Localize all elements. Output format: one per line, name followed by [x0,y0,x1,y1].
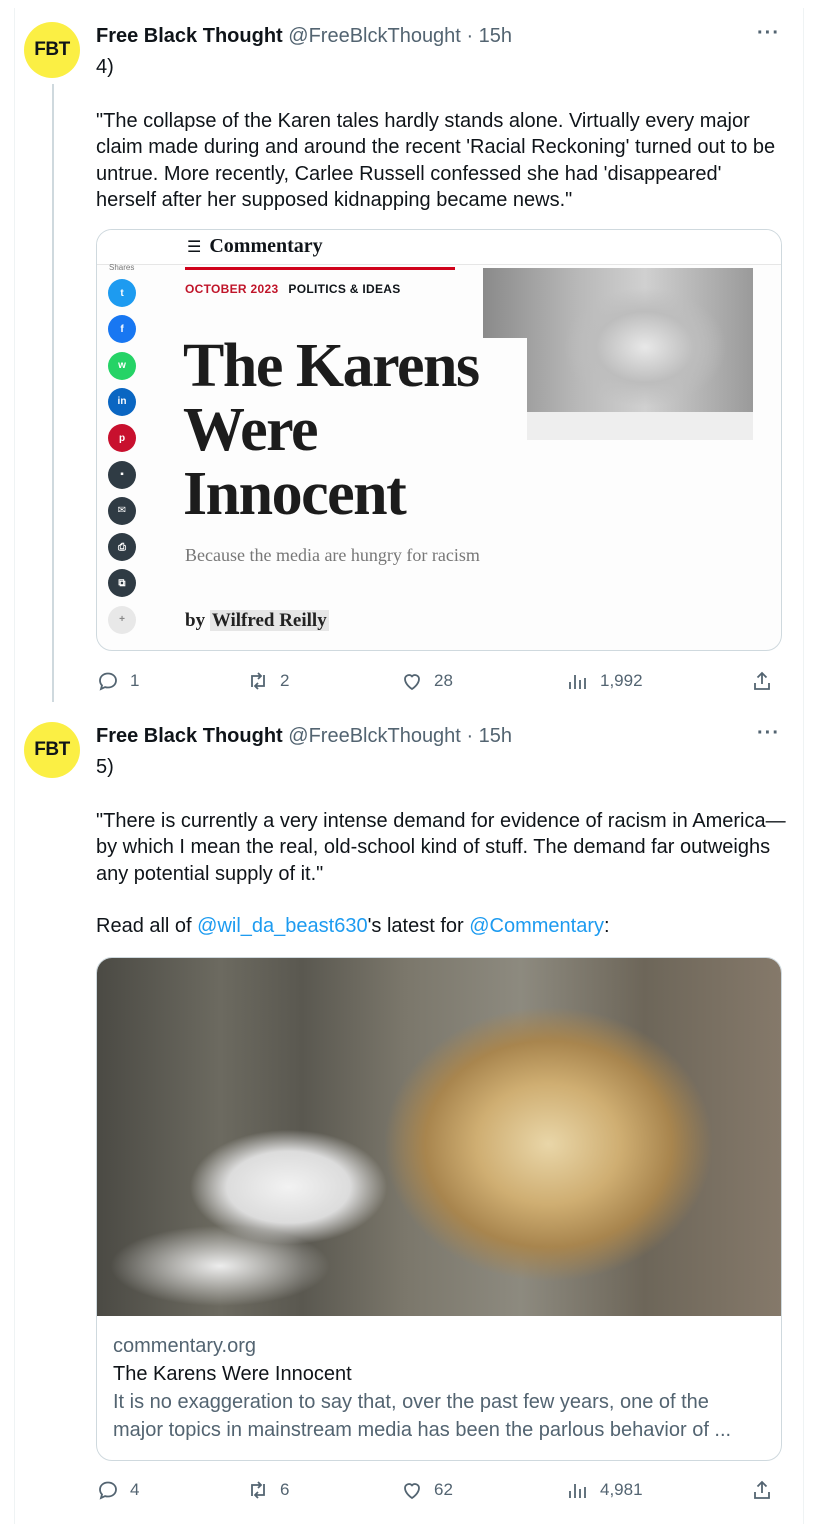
reply-icon [99,672,117,691]
facebook-icon[interactable]: f [108,315,136,344]
like-count: 28 [434,671,453,690]
reply-button[interactable]: 1 [96,666,139,696]
reply-count: 4 [130,1480,140,1499]
avatar[interactable]: FBT [24,22,80,78]
article-headline: The Karens Were Innocent [183,332,480,528]
reply-icon [99,1481,117,1500]
article-kicker: OCTOBER 2023 POLITICS & IDEAS [185,282,401,296]
like-button[interactable]: 62 [400,1475,453,1505]
mention-author[interactable]: @wil_da_beast630 [197,915,367,937]
heart-icon [404,1483,420,1500]
mention-commentary[interactable]: @Commentary [469,915,604,937]
author-name[interactable]: Free Black Thought [96,725,283,747]
link-preview-card[interactable]: commentary.org The Karens Were Innocent … [96,957,782,1461]
byline-author: Wilfred Reilly [209,610,329,631]
menu-icon: ☰ [187,237,202,256]
byline-prefix: by [185,610,206,631]
twitter-icon[interactable]: t [108,279,136,307]
thread-number: 4) [96,56,114,78]
read-prefix: Read all of [96,915,198,937]
timestamp[interactable]: · 15h [466,25,512,47]
like-count: 62 [434,1480,453,1499]
email-icon[interactable]: ✉ [108,496,136,525]
tweet-text: 4) "The collapse of the Karen tales hard… [96,54,786,214]
tweet-header: Free Black Thought @FreeBlckThought · 15… [96,724,512,748]
tweet-actions: 1 2 28 1,992 [96,666,786,696]
read-more-line: Read all of @wil_da_beast630's latest fo… [96,913,786,940]
retweet-button[interactable]: 6 [246,1475,289,1505]
link-preview-image[interactable] [97,958,781,1316]
retweet-count: 2 [280,671,290,690]
views-icon [569,675,586,689]
author-handle[interactable]: @FreeBlckThought [288,725,461,747]
print-icon[interactable]: ⎙ [108,533,136,562]
article-byline: by Wilfred Reilly [185,610,329,632]
tweet-quote: "The collapse of the Karen tales hardly … [96,109,776,212]
tweet-text: 5) "There is currently a very intense de… [96,754,786,940]
thread-connector-line [52,84,54,702]
sms-icon[interactable]: ▪ [108,460,136,489]
like-button[interactable]: 28 [400,666,453,696]
avatar-initials: FBT [34,39,70,60]
brand-name: Commentary [209,235,323,257]
link-domain: commentary.org [113,1335,257,1357]
share-button[interactable] [750,1475,774,1505]
views-icon [569,1484,586,1498]
article-topbar: ☰ Commentary [97,230,781,265]
link-preview-meta: commentary.org The Karens Were Innocent … [113,1332,763,1444]
red-rule [185,267,455,270]
whatsapp-icon[interactable]: w [108,351,136,380]
views-button[interactable]: 1,992 [566,666,643,696]
retweet-icon [251,672,265,690]
article-screenshot-card[interactable]: ☰ Commentary Shares t f w in p ▪ ✉ ⎙ ⧉ + OCTOBER 2… [96,229,782,651]
linkedin-icon[interactable]: in [108,387,136,416]
view-count: 1,992 [600,671,643,690]
reply-button[interactable]: 4 [96,1475,139,1505]
shares-label: Shares [109,263,135,272]
tweet-actions: 4 6 62 4,981 [96,1475,786,1505]
read-middle: 's latest for [367,915,470,937]
more-icon[interactable]: + [108,605,136,634]
author-handle[interactable]: @FreeBlckThought [288,25,461,47]
avatar-initials: FBT [34,739,70,760]
tweet-header: Free Black Thought @FreeBlckThought · 15… [96,24,512,48]
avatar[interactable]: FBT [24,722,80,778]
share-icon [754,671,770,690]
share-button[interactable] [750,666,774,696]
link-description: It is no exaggeration to say that, over … [113,1391,732,1441]
thread-number: 5) [96,756,114,778]
retweet-button[interactable]: 2 [246,666,289,696]
copy-icon[interactable]: ⧉ [108,569,136,598]
tweet-quote: "There is currently a very intense deman… [96,809,786,885]
pinterest-icon[interactable]: p [108,424,136,453]
read-suffix: : [604,915,610,937]
timestamp[interactable]: · 15h [466,725,512,747]
author-name[interactable]: Free Black Thought [96,25,283,47]
heart-icon [404,674,420,691]
share-icon [754,1480,770,1499]
kicker-section: POLITICS & IDEAS [288,282,401,296]
kicker-date: OCTOBER 2023 [185,282,279,296]
more-options-icon[interactable]: ··· [757,722,780,745]
retweet-icon [251,1481,265,1499]
view-count: 4,981 [600,1480,643,1499]
more-options-icon[interactable]: ··· [757,22,780,45]
link-title: The Karens Were Innocent [113,1363,352,1385]
views-button[interactable]: 4,981 [566,1475,643,1505]
reply-count: 1 [130,671,140,690]
retweet-count: 6 [280,1480,290,1499]
article-subhead: Because the media are hungry for racism [185,545,480,565]
article-brand: ☰ Commentary [187,235,323,258]
